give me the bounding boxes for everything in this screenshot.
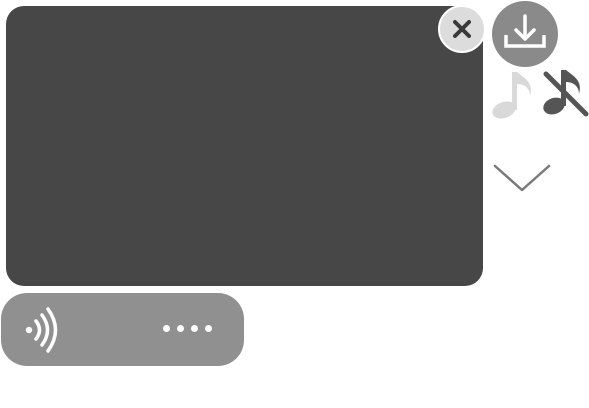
music-note-icon: [492, 72, 531, 119]
music-off-button[interactable]: [540, 64, 589, 120]
download-icon: [504, 14, 546, 48]
close-icon: [453, 20, 471, 38]
download-button[interactable]: [492, 1, 558, 67]
chevron-down-icon: [493, 164, 551, 192]
progress-dot: [163, 325, 170, 332]
music-on-button[interactable]: [490, 68, 542, 122]
media-viewer: [0, 0, 589, 408]
media-panel[interactable]: [6, 6, 483, 286]
audio-message-bar[interactable]: [1, 293, 244, 366]
music-muted-icon: [543, 70, 589, 117]
progress-dot: [177, 325, 184, 332]
collapse-button[interactable]: [492, 158, 552, 194]
more-dots-indicator: [161, 323, 215, 337]
audio-wave-icon: [25, 307, 58, 353]
progress-dot: [205, 325, 212, 332]
progress-dot: [191, 325, 198, 332]
close-button[interactable]: [438, 5, 486, 53]
